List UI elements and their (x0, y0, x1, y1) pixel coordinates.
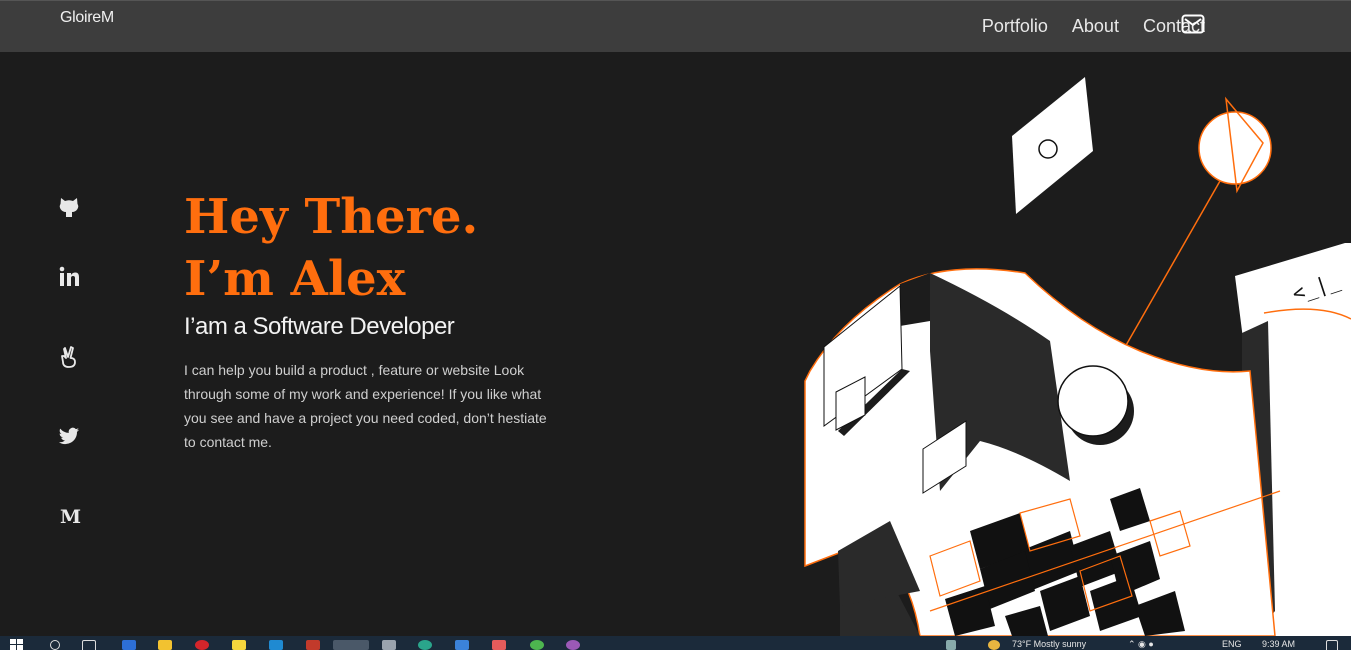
task-view-icon[interactable] (82, 640, 96, 650)
taskbar-app-icon[interactable] (382, 640, 396, 650)
taskbar-app-icon[interactable] (122, 640, 136, 650)
taskbar-app-icon[interactable] (492, 640, 506, 650)
hero-subtitle: I’am a Software Developer (184, 313, 455, 340)
opera-icon[interactable] (195, 640, 209, 650)
twitter-link[interactable] (58, 425, 80, 447)
linkedin-link[interactable] (58, 266, 80, 288)
tray-icons[interactable]: ⌃ ◉ ● (1128, 639, 1154, 650)
hero-name: I’m Alex (184, 251, 406, 307)
hero-greeting: Hey There. (184, 189, 479, 245)
vscode-icon[interactable] (269, 640, 283, 650)
taskbar-app-icon[interactable] (306, 640, 320, 650)
github-link[interactable] (58, 195, 80, 219)
weather-text[interactable]: 73°F Mostly sunny (1012, 639, 1086, 649)
top-navbar: GloireM Portfolio About Contact (0, 0, 1351, 52)
hero-description: I can help you build a product , feature… (184, 362, 547, 450)
hero-illustration: <_|_ (804, 77, 1351, 636)
angellist-link[interactable] (58, 345, 80, 369)
github-icon (59, 198, 79, 217)
edge-icon[interactable] (418, 640, 432, 650)
weather-icon[interactable] (988, 640, 1000, 650)
os-taskbar: 73°F Mostly sunny ⌃ ◉ ● ENG 9:39 AM (0, 636, 1351, 650)
main-nav: Portfolio About Contact (982, 16, 1205, 37)
folder-icon[interactable] (158, 640, 172, 650)
windows-start-icon[interactable] (10, 639, 24, 650)
abstract-shapes: <_|_ (804, 77, 1351, 636)
taskbar-app-icon[interactable] (455, 640, 469, 650)
medium-icon: M (60, 506, 81, 527)
network-icon[interactable] (946, 640, 956, 650)
nav-about-link[interactable]: About (1072, 16, 1119, 37)
linkedin-icon (59, 266, 79, 286)
language-indicator[interactable]: ENG (1222, 639, 1242, 649)
taskbar-app-icon[interactable] (566, 640, 580, 650)
mail-icon[interactable] (1181, 14, 1205, 34)
medium-link[interactable]: M (58, 505, 82, 527)
clock[interactable]: 9:39 AM (1262, 639, 1295, 649)
taskbar-app-icon[interactable] (530, 640, 544, 650)
chrome-icon[interactable] (333, 640, 369, 650)
nav-portfolio-link[interactable]: Portfolio (982, 16, 1048, 37)
hero-heading: Hey There. I’m Alex (184, 186, 478, 310)
search-icon[interactable] (50, 640, 60, 650)
twitter-icon (58, 427, 80, 445)
angellist-icon (61, 346, 76, 368)
notifications-icon[interactable] (1326, 640, 1338, 650)
brand-logo[interactable]: GloireM (60, 9, 114, 27)
taskbar-app-icon[interactable] (232, 640, 246, 650)
svg-text:M: M (60, 506, 81, 527)
